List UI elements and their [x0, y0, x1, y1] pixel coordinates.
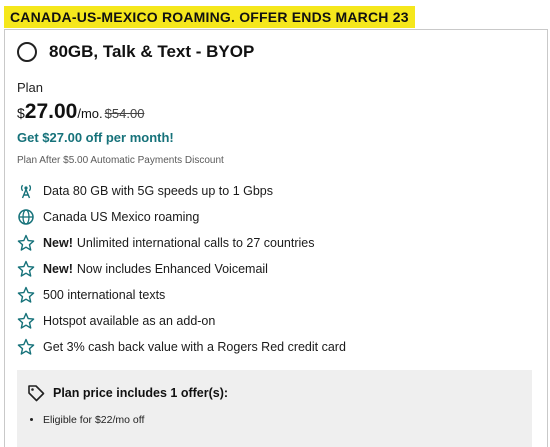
tag-icon	[27, 384, 45, 402]
feature-item: Get 3% cash back value with a Rogers Red…	[17, 334, 346, 360]
feature-text: Canada US Mexico roaming	[43, 210, 200, 224]
star-icon	[17, 260, 35, 278]
feature-text: Data 80 GB with 5G speeds up to 1 Gbps	[43, 184, 273, 198]
feature-item: Hotspot available as an add-on	[17, 308, 346, 334]
feature-item: Canada US Mexico roaming	[17, 204, 346, 230]
offer-box-title: Plan price includes 1 offer(s):	[53, 386, 229, 400]
feature-text: Hotspot available as an add-on	[43, 314, 216, 328]
globe-icon	[17, 208, 35, 226]
price-row: $ 27.00 /mo. $54.00	[17, 100, 144, 124]
feature-item: New! Now includes Enhanced Voicemail	[17, 256, 346, 282]
star-icon	[17, 312, 35, 330]
signal-tower-icon	[17, 182, 35, 200]
feature-item: Data 80 GB with 5G speeds up to 1 Gbps	[17, 178, 346, 204]
feature-text: 500 international texts	[43, 288, 166, 302]
feature-text: Unlimited international calls to 27 coun…	[76, 236, 315, 250]
feature-item: 500 international texts	[17, 282, 346, 308]
price-amount: 27.00	[24, 100, 78, 123]
new-badge: New!	[43, 236, 73, 250]
new-badge: New!	[43, 262, 73, 276]
feature-list: Data 80 GB with 5G speeds up to 1 Gbps C…	[17, 178, 346, 360]
star-icon	[17, 234, 35, 252]
price-currency: $	[17, 105, 25, 121]
offer-box: Plan price includes 1 offer(s): Eligible…	[17, 370, 532, 447]
discount-note: Plan After $5.00 Automatic Payments Disc…	[17, 155, 224, 166]
promo-banner: CANADA-US-MEXICO ROAMING. OFFER ENDS MAR…	[4, 6, 415, 28]
plan-radio-button[interactable]	[17, 42, 37, 62]
offer-list: Eligible for $22/mo off	[29, 410, 144, 430]
feature-item: New! Unlimited international calls to 27…	[17, 230, 346, 256]
plan-name: 80GB, Talk & Text - BYOP	[49, 42, 255, 61]
feature-text: Now includes Enhanced Voicemail	[76, 262, 268, 276]
price-original: $54.00	[104, 106, 145, 121]
plan-card[interactable]: 80GB, Talk & Text - BYOP Plan $ 27.00 /m…	[4, 29, 548, 447]
plan-header[interactable]: 80GB, Talk & Text - BYOP	[17, 42, 254, 62]
star-icon	[17, 338, 35, 356]
offer-list-item: Eligible for $22/mo off	[43, 410, 144, 430]
plan-page: CANADA-US-MEXICO ROAMING. OFFER ENDS MAR…	[0, 0, 550, 447]
offer-line: Get $27.00 off per month!	[17, 130, 174, 145]
price-period: /mo.	[77, 106, 103, 121]
plan-label: Plan	[17, 80, 44, 95]
offer-box-header: Plan price includes 1 offer(s):	[27, 384, 228, 402]
star-icon	[17, 286, 35, 304]
feature-text: Get 3% cash back value with a Rogers Red…	[43, 340, 346, 354]
